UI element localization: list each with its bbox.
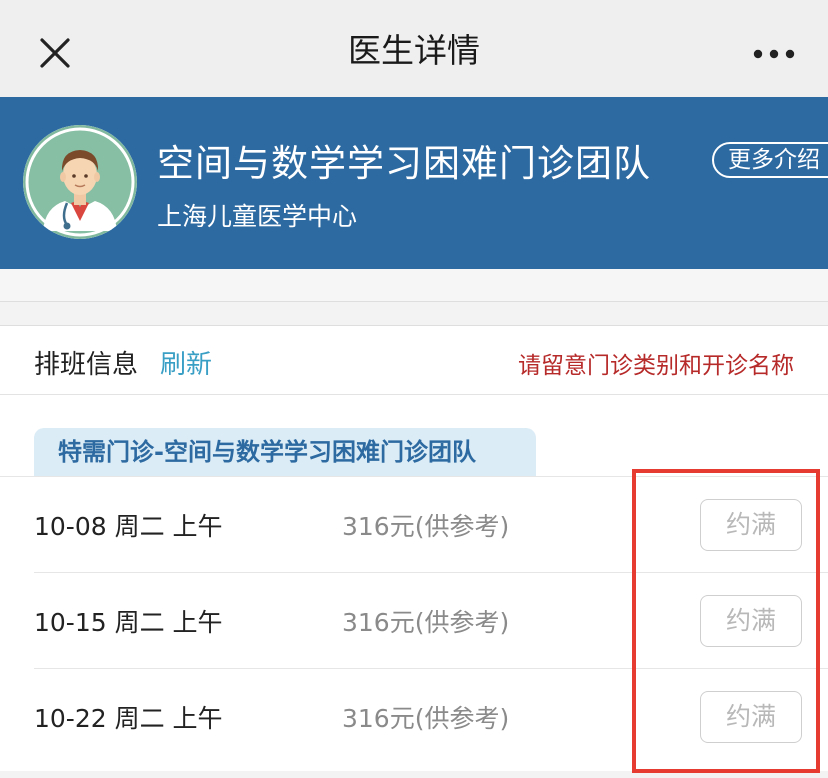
schedule-label: 排班信息 bbox=[34, 350, 139, 380]
close-icon[interactable] bbox=[32, 30, 78, 76]
clinic-type-tag: 特需门诊-空间与数学学习困难门诊团队 bbox=[34, 428, 536, 476]
page-title: 医生详情 bbox=[348, 31, 480, 70]
team-name: 空间与数学学习困难门诊团队 bbox=[157, 142, 651, 185]
fully-booked-button[interactable]: 约满 bbox=[700, 595, 802, 647]
notice-text: 请留意门诊类别和开诊名称 bbox=[518, 353, 794, 379]
schedule-row: 10-15 周二 上午 316元(供参考) 约满 bbox=[0, 573, 828, 669]
section-gap bbox=[0, 302, 828, 325]
schedule-row: 10-08 周二 上午 316元(供参考) 约满 bbox=[0, 477, 828, 573]
row-price: 316元(供参考) bbox=[342, 608, 510, 637]
doctor-avatar-icon bbox=[23, 125, 137, 239]
fully-booked-button[interactable]: 约满 bbox=[700, 691, 802, 743]
more-dots-icon[interactable] bbox=[750, 42, 798, 66]
more-intro-button[interactable]: 更多介绍 bbox=[712, 142, 828, 178]
schedule-header: 排班信息 刷新 请留意门诊类别和开诊名称 bbox=[0, 326, 828, 395]
row-date: 10-15 周二 上午 bbox=[34, 608, 223, 637]
row-price: 316元(供参考) bbox=[342, 704, 510, 733]
nav-bar: 医生详情 bbox=[0, 0, 828, 97]
row-price: 316元(供参考) bbox=[342, 512, 510, 541]
refresh-link[interactable]: 刷新 bbox=[160, 344, 212, 381]
header-divider-strip bbox=[0, 269, 828, 302]
fully-booked-button[interactable]: 约满 bbox=[700, 499, 802, 551]
schedule-card: 排班信息 刷新 请留意门诊类别和开诊名称 特需门诊-空间与数学学习困难门诊团队 … bbox=[0, 325, 828, 771]
schedule-row: 10-22 周二 上午 316元(供参考) 约满 bbox=[0, 669, 828, 765]
doctor-header: 空间与数学学习困难门诊团队 上海儿童医学中心 更多介绍 bbox=[0, 97, 828, 269]
row-date: 10-22 周二 上午 bbox=[34, 704, 223, 733]
row-date: 10-08 周二 上午 bbox=[34, 512, 223, 541]
hospital-name: 上海儿童医学中心 bbox=[157, 202, 358, 231]
